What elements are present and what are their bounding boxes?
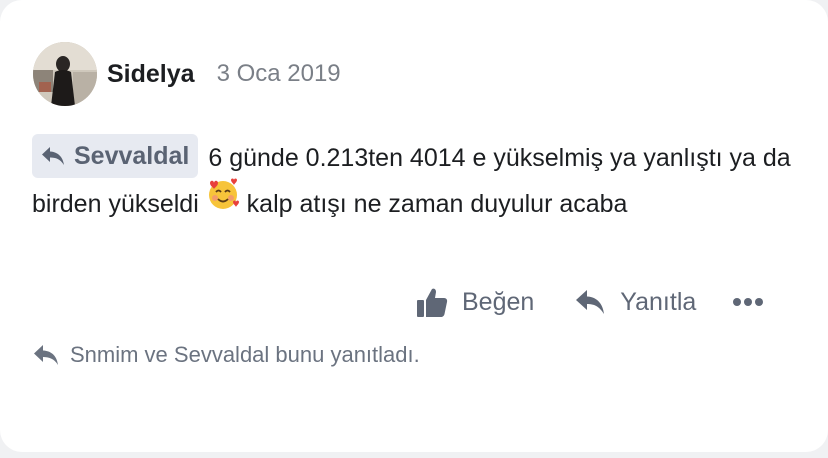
more-dots-icon — [733, 298, 764, 306]
like-label: Beğen — [462, 287, 535, 316]
replies-summary-text: Snmim ve Sevvaldal bunu yanıtladı. — [70, 342, 420, 367]
thumbs-up-icon — [417, 288, 448, 317]
post-date[interactable]: 3 Oca 2019 — [217, 60, 341, 88]
comment-actions: Beğen Yanıtla — [416, 282, 778, 322]
comment-body: Sevvaldal 6 günde 0.213ten 4014 e yüksel… — [32, 134, 792, 230]
reply-arrow-icon — [34, 345, 58, 365]
comment-text-part2: kalp atışı ne zaman duyulur acaba — [246, 190, 628, 219]
replies-summary[interactable]: Snmim ve Sevvaldal bunu yanıtladı. — [32, 342, 420, 368]
reply-label: Yanıtla — [620, 287, 697, 316]
smiling-face-with-hearts-icon — [206, 177, 240, 226]
comment-card: Sidelya 3 Oca 2019 Sevvaldal 6 günde 0.2… — [0, 0, 828, 452]
reply-button[interactable]: Yanıtla — [574, 288, 696, 317]
reply-mention-chip[interactable]: Sevvaldal — [32, 134, 199, 179]
more-options-button[interactable] — [732, 296, 778, 308]
reply-arrow-icon — [42, 147, 64, 166]
like-button[interactable]: Beğen — [416, 286, 534, 318]
comment-header: Sidelya 3 Oca 2019 — [33, 42, 341, 106]
avatar[interactable] — [33, 42, 97, 106]
reply-icon — [576, 290, 605, 314]
avatar-image — [33, 42, 97, 106]
mention-username: Sevvaldal — [74, 142, 190, 171]
username[interactable]: Sidelya — [107, 60, 195, 89]
